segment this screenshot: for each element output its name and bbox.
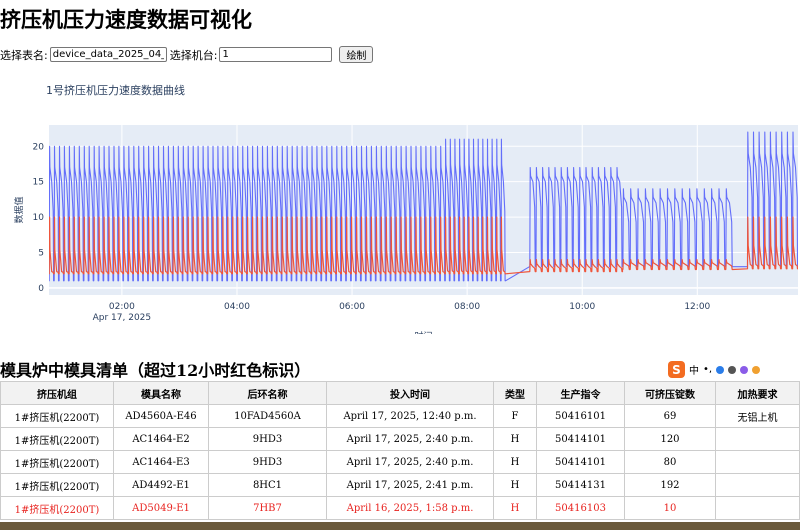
cell-heat <box>715 496 800 520</box>
plot-area <box>49 125 798 295</box>
ime-toolbar[interactable]: S 中 •, <box>668 361 761 378</box>
machine-select-label: 选择机台: <box>169 48 218 62</box>
cell-billets: 80 <box>624 450 716 474</box>
cell-billets: 120 <box>624 427 716 451</box>
col-order: 生产指令 <box>536 381 625 405</box>
cell-time: April 16, 2025, 1:58 p.m. <box>326 496 494 520</box>
x-tick-label: 10:00 <box>569 302 595 312</box>
cell-ring: 9HD3 <box>208 427 327 451</box>
table-row: 1#挤压机(2200T) AD5049-E1 7HB7 April 16, 2025,… <box>0 496 800 520</box>
keyboard-icon[interactable] <box>728 365 737 374</box>
cell-mold: AD4492-E1 <box>113 473 209 497</box>
x-tick-label: 08:00 <box>454 302 480 312</box>
x-tick-label: 06:00 <box>339 302 365 312</box>
cell-billets: 69 <box>624 404 716 428</box>
x-axis-date: Apr 17, 2025 <box>93 313 152 323</box>
mold-list-title: 模具炉中模具清单（超过12小时红色标识） <box>0 361 311 380</box>
cell-ring: 9HD3 <box>208 450 327 474</box>
y-tick-label: 20 <box>33 142 45 152</box>
skin-icon[interactable] <box>740 365 749 374</box>
cell-mold: AD5049-E1 <box>113 496 209 520</box>
ime-punct-toggle[interactable]: •, <box>703 364 712 375</box>
cell-order: 50414101 <box>536 450 625 474</box>
cell-type: H <box>493 427 537 451</box>
draw-button[interactable]: 绘制 <box>339 46 374 63</box>
table-row: 1#挤压机(2200T) AC1464-E3 9HD3 April 17, 2025,… <box>0 450 800 474</box>
col-mold: 模具名称 <box>113 381 209 405</box>
chart-title: 1号挤压机压力速度数据曲线 <box>46 84 185 97</box>
cell-ring: 10FAD4560A <box>208 404 327 428</box>
col-type: 类型 <box>493 381 537 405</box>
cell-order: 50416103 <box>536 496 625 520</box>
cell-type: H <box>493 450 537 474</box>
cell-order: 50414131 <box>536 473 625 497</box>
cell-press: 1#挤压机(2200T) <box>0 404 114 428</box>
cell-press: 1#挤压机(2200T) <box>0 450 114 474</box>
cell-type: F <box>493 404 537 428</box>
table-row: 1#挤压机(2200T) AD4560A-E46 10FAD4560A April 1… <box>0 404 800 428</box>
y-tick-label: 5 <box>38 249 44 259</box>
cell-ring: 7HB7 <box>208 496 327 520</box>
cell-heat: 无铝上机 <box>715 404 800 428</box>
cell-billets: 10 <box>624 496 716 520</box>
cell-heat <box>715 427 800 451</box>
ime-lang-toggle[interactable]: 中 <box>689 362 699 377</box>
cell-type: H <box>493 496 537 520</box>
cell-press: 1#挤压机(2200T) <box>0 496 114 520</box>
taskbar <box>0 522 800 530</box>
cell-mold: AC1464-E2 <box>113 427 209 451</box>
cell-mold: AD4560A-E46 <box>113 404 209 428</box>
col-time: 投入时间 <box>326 381 494 405</box>
col-billets: 可挤压锭数 <box>624 381 716 405</box>
cell-heat <box>715 473 800 497</box>
microphone-icon[interactable] <box>716 365 725 374</box>
table-name-input[interactable] <box>49 47 167 62</box>
y-tick-label: 15 <box>33 178 44 188</box>
table-row: 1#挤压机(2200T) AC1464-E2 9HD3 April 17, 2025,… <box>0 427 800 451</box>
cell-heat <box>715 450 800 474</box>
x-tick-label: 04:00 <box>224 302 250 312</box>
cell-time: April 17, 2025, 2:40 p.m. <box>326 450 494 474</box>
x-axis-label: 时间 <box>414 330 432 334</box>
cell-time: April 17, 2025, 2:40 p.m. <box>326 427 494 451</box>
y-tick-label: 10 <box>33 213 45 223</box>
col-heat: 加热要求 <box>715 381 800 405</box>
cell-time: April 17, 2025, 2:41 p.m. <box>326 473 494 497</box>
sogou-logo-icon[interactable]: S <box>668 361 685 378</box>
table-select-label: 选择表名: <box>0 48 48 62</box>
controls-bar: 选择表名: 选择机台: 绘制 <box>0 46 374 63</box>
cell-press: 1#挤压机(2200T) <box>0 427 114 451</box>
cell-press: 1#挤压机(2200T) <box>0 473 114 497</box>
pressure-speed-chart[interactable]: 05101520 02:00 04:00 06:00 08:00 10:00 12:00 … <box>0 112 800 334</box>
cell-ring: 8HC1 <box>208 473 327 497</box>
x-tick-label: 02:00 <box>109 302 135 312</box>
mold-table-header: 挤压机组 模具名称 后环名称 投入时间 类型 生产指令 可挤压锭数 加热要求 <box>0 381 800 405</box>
cell-order: 50416101 <box>536 404 625 428</box>
col-press: 挤压机组 <box>0 381 114 405</box>
toolbox-icon[interactable] <box>752 365 761 374</box>
cell-mold: AC1464-E3 <box>113 450 209 474</box>
col-ring: 后环名称 <box>208 381 327 405</box>
cell-type: H <box>493 473 537 497</box>
y-axis-label: 数据值 <box>13 196 25 223</box>
cell-billets: 192 <box>624 473 716 497</box>
table-row: 1#挤压机(2200T) AD4492-E1 8HC1 April 17, 2025,… <box>0 473 800 497</box>
x-tick-label: 12:00 <box>684 302 710 312</box>
mold-table: 挤压机组 模具名称 后环名称 投入时间 类型 生产指令 可挤压锭数 加热要求 1… <box>0 381 800 520</box>
machine-input[interactable] <box>219 47 333 62</box>
y-tick-label: 0 <box>38 284 44 294</box>
page-title: 挤压机压力速度数据可视化 <box>0 8 252 32</box>
cell-time: April 17, 2025, 12:40 p.m. <box>326 404 494 428</box>
cell-order: 50414101 <box>536 427 625 451</box>
